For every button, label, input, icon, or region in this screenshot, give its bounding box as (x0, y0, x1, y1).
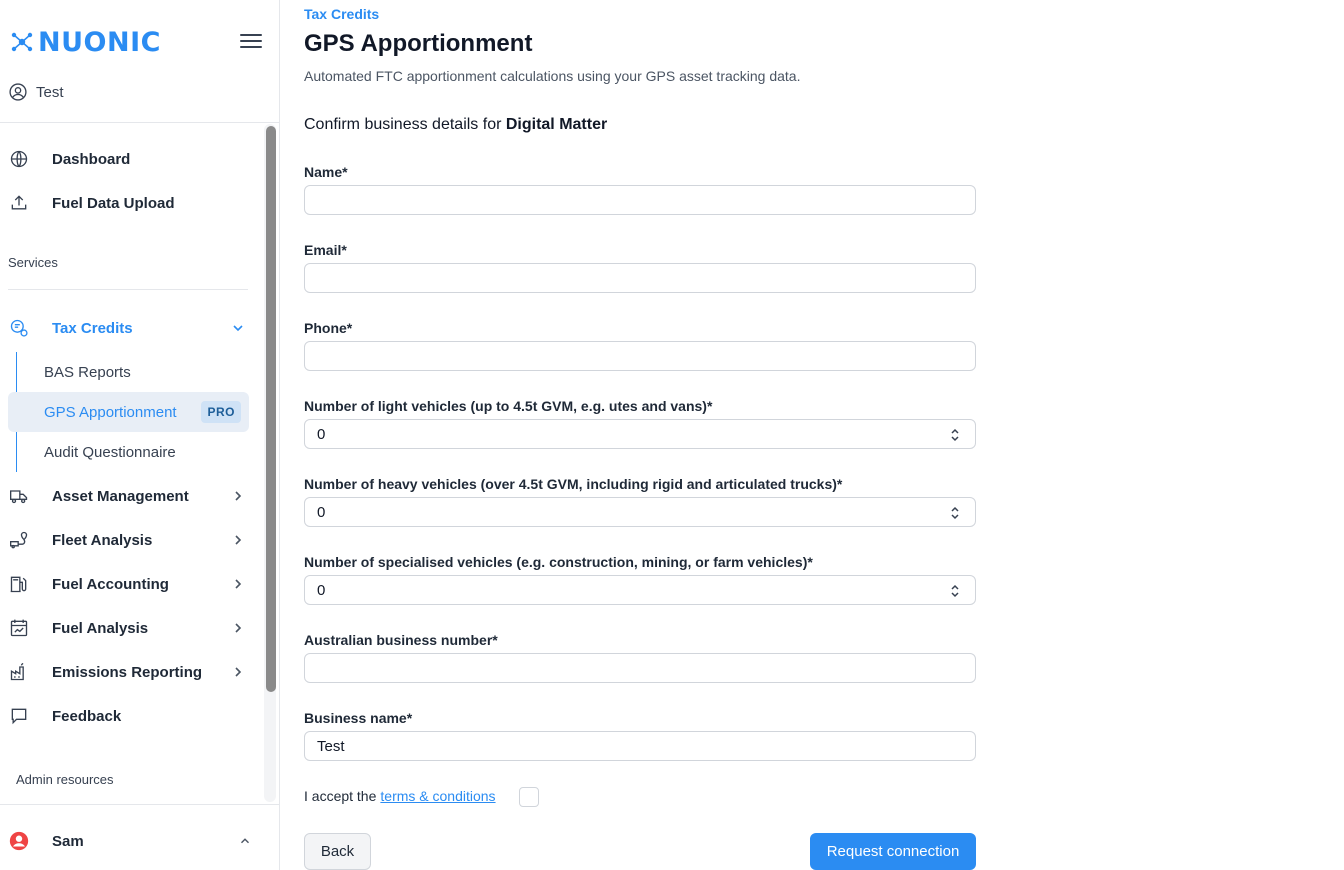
breadcrumb[interactable]: Tax Credits (304, 6, 379, 22)
chevron-up-icon (241, 838, 249, 844)
page-subtitle: Automated FTC apportionment calculations… (304, 68, 801, 84)
terms-link[interactable]: terms & conditions (380, 788, 495, 804)
nuonic-logo-icon (11, 32, 33, 52)
sidebar: NUONIC Test Dashboard Fuel Data Upload S… (0, 0, 280, 870)
truck-icon (8, 485, 30, 507)
sidebar-item-label: Asset Management (52, 487, 189, 505)
email-label: Email* (304, 242, 347, 258)
fuel-pump-icon (8, 573, 30, 595)
email-field[interactable] (304, 263, 976, 293)
company-name: Digital Matter (505, 116, 608, 133)
name-label: Name* (304, 164, 348, 180)
abn-field[interactable] (304, 653, 976, 683)
confirm-prefix: Confirm business details for (304, 116, 506, 133)
heavy-vehicles-value: 0 (317, 504, 326, 521)
avatar-icon (9, 831, 29, 851)
subitem-label: Audit Questionnaire (44, 443, 176, 461)
speech-bubble-icon (8, 705, 30, 727)
light-vehicles-stepper[interactable]: 0 (304, 419, 976, 449)
sidebar-item-label: Fleet Analysis (52, 531, 153, 549)
factory-emissions-icon (8, 661, 30, 683)
terms-checkbox[interactable] (519, 787, 539, 807)
name-field[interactable] (304, 185, 976, 215)
sidebar-item-label: Dashboard (52, 150, 131, 168)
specialised-vehicles-stepper[interactable]: 0 (304, 575, 976, 605)
heavy-vehicles-label: Number of heavy vehicles (over 4.5t GVM,… (304, 476, 843, 492)
globe-icon (8, 148, 30, 170)
sidebar-item-label: Emissions Reporting (52, 663, 203, 681)
sidebar-scrollbar-thumb[interactable] (266, 126, 276, 692)
sidebar-item-fleet-analysis[interactable]: Fleet Analysis (8, 520, 252, 560)
sidebar-nav: Dashboard Fuel Data Upload Services Tax … (0, 123, 262, 803)
sidebar-item-tax-credits[interactable]: Tax Credits (8, 308, 252, 348)
sidebar-item-dashboard[interactable]: Dashboard (8, 139, 252, 179)
sidebar-item-emissions-reporting[interactable]: Emissions Reporting (8, 652, 252, 692)
subitem-label: BAS Reports (44, 363, 131, 381)
main-content: Tax Credits GPS Apportionment Automated … (304, 0, 976, 870)
spinner-arrows-icon[interactable] (947, 583, 963, 599)
tax-credit-icon (8, 317, 30, 339)
subitem-label: GPS Apportionment (44, 403, 177, 421)
section-label-admin: Admin resources (16, 772, 114, 787)
sidebar-item-label: Fuel Analysis (52, 619, 149, 637)
pro-badge: PRO (201, 401, 241, 423)
specialised-vehicles-value: 0 (317, 582, 326, 599)
confirm-heading: Confirm business details for Digital Mat… (304, 116, 607, 134)
chevron-right-icon (235, 623, 242, 633)
abn-label: Australian business number* (304, 632, 498, 648)
sidebar-item-label: Fuel Accounting (52, 575, 169, 593)
section-divider (8, 289, 248, 290)
sidebar-item-fuel-accounting[interactable]: Fuel Accounting (8, 564, 252, 604)
fleet-route-icon (8, 529, 30, 551)
sidebar-footer-divider (0, 804, 279, 805)
org-switcher[interactable]: Test (8, 82, 64, 102)
phone-field[interactable] (304, 341, 976, 371)
spinner-arrows-icon[interactable] (947, 505, 963, 521)
terms-row: I accept the terms & conditions (304, 788, 496, 804)
sidebar-subitem-bas-reports[interactable]: BAS Reports (8, 352, 249, 392)
brand-logo[interactable]: NUONIC (10, 26, 161, 58)
chevron-right-icon (235, 579, 242, 589)
menu-toggle-icon[interactable] (240, 34, 262, 50)
chevron-down-icon (233, 325, 243, 332)
spinner-arrows-icon[interactable] (947, 427, 963, 443)
request-connection-button[interactable]: Request connection (810, 833, 976, 870)
specialised-vehicles-label: Number of specialised vehicles (e.g. con… (304, 554, 813, 570)
user-name: Sam (52, 832, 84, 850)
sidebar-item-label: Feedback (52, 707, 122, 725)
heavy-vehicles-stepper[interactable]: 0 (304, 497, 976, 527)
business-name-field[interactable] (304, 731, 976, 761)
sidebar-subitem-gps-apportionment[interactable]: GPS Apportionment PRO (8, 392, 249, 432)
fuel-analysis-chart-icon (8, 617, 30, 639)
sidebar-item-fuel-analysis[interactable]: Fuel Analysis (8, 608, 252, 648)
phone-label: Phone* (304, 320, 353, 336)
org-name: Test (36, 83, 64, 101)
page-title: GPS Apportionment (304, 30, 533, 57)
sidebar-item-feedback[interactable]: Feedback (8, 696, 252, 736)
terms-prefix: I accept the (304, 788, 377, 804)
app-root: NUONIC Test Dashboard Fuel Data Upload S… (0, 0, 1344, 870)
sidebar-item-fuel-data-upload[interactable]: Fuel Data Upload (8, 183, 252, 223)
sidebar-subitem-audit-questionnaire[interactable]: Audit Questionnaire (8, 432, 249, 472)
light-vehicles-value: 0 (317, 426, 326, 443)
chevron-right-icon (235, 535, 242, 545)
sidebar-item-label: Fuel Data Upload (52, 194, 175, 212)
user-circle-icon (9, 83, 27, 101)
sidebar-item-label: Tax Credits (52, 319, 133, 337)
light-vehicles-label: Number of light vehicles (up to 4.5t GVM… (304, 398, 713, 414)
brand-name: NUONIC (38, 26, 161, 58)
back-button[interactable]: Back (304, 833, 371, 870)
section-label-services: Services (8, 255, 58, 270)
chevron-right-icon (235, 667, 242, 677)
user-menu[interactable]: Sam (8, 822, 258, 860)
business-name-label: Business name* (304, 710, 413, 726)
upload-icon (8, 192, 30, 214)
sidebar-item-asset-management[interactable]: Asset Management (8, 476, 252, 516)
chevron-right-icon (235, 491, 242, 501)
